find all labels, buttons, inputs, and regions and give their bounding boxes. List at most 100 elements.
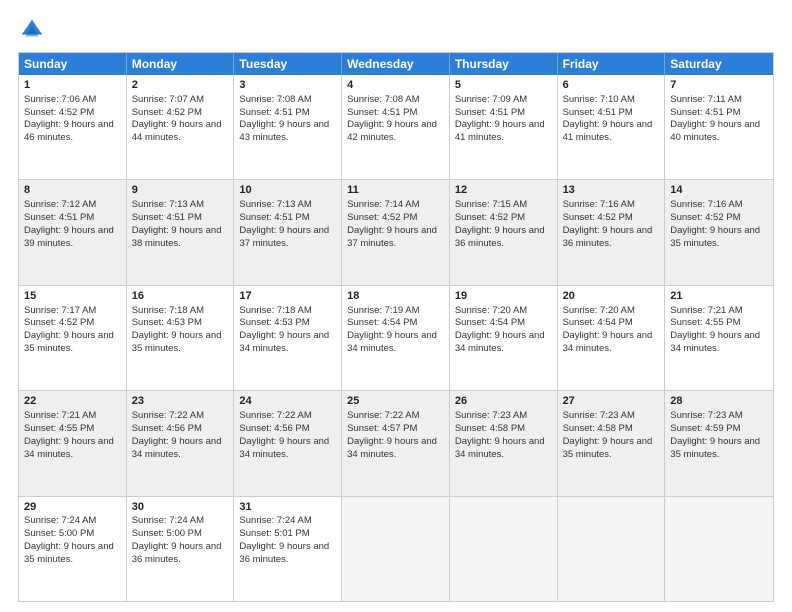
calendar-cell: 13Sunrise: 7:16 AM Sunset: 4:52 PM Dayligh…: [558, 180, 666, 284]
sunset-text: Sunset: 4:53 PM: [239, 317, 309, 328]
day-number: 16: [132, 289, 229, 304]
calendar-header-cell: Monday: [127, 53, 235, 75]
daylight-text: Daylight: 9 hours and 37 minutes.: [239, 225, 329, 249]
sunset-text: Sunset: 4:51 PM: [563, 107, 633, 118]
daylight-text: Daylight: 9 hours and 35 minutes.: [563, 436, 653, 460]
daylight-text: Daylight: 9 hours and 37 minutes.: [347, 225, 437, 249]
sunrise-text: Sunrise: 7:24 AM: [24, 515, 96, 526]
calendar-cell: 15Sunrise: 7:17 AMSunset: 4:52 PMDayligh…: [19, 286, 127, 390]
day-number: 13: [563, 183, 660, 198]
sunrise-text: Sunrise: 7:06 AM: [24, 94, 96, 105]
sunset-text: Sunset: 4:55 PM: [670, 317, 740, 328]
day-number: 23: [132, 394, 229, 409]
sunrise-text: Sunrise: 7:16 AM: [563, 199, 635, 210]
calendar-cell: 5Sunrise: 7:09 AM Sunset: 4:51 PMDaylight…: [450, 75, 558, 179]
logo: [18, 16, 50, 44]
daylight-text: Daylight: 9 hours and 42 minutes.: [347, 119, 437, 143]
sunrise-text: Sunrise: 7:15 AM: [455, 199, 527, 210]
calendar-cell: 31Sunrise: 7:24 AMSunset: 5:01 PMDayligh…: [234, 497, 342, 601]
daylight-text: Daylight: 9 hours and 34 minutes.: [239, 330, 329, 354]
daylight-text: Daylight: 9 hours and 34 minutes.: [347, 330, 437, 354]
calendar-cell: 16Sunrise: 7:18 AMSunset: 4:53 PMDayligh…: [127, 286, 235, 390]
calendar-cell: 3Sunrise: 7:08 AMSunset: 4:51 PMDaylight…: [234, 75, 342, 179]
calendar-cell: 30Sunrise: 7:24 AMSunset: 5:00 PMDayligh…: [127, 497, 235, 601]
daylight-text: Daylight: 9 hours and 36 minutes.: [455, 225, 545, 249]
day-number: 22: [24, 394, 121, 409]
day-number: 6: [563, 78, 660, 93]
header: [18, 16, 774, 44]
calendar-header-cell: Friday: [558, 53, 666, 75]
calendar-cell: 21Sunrise: 7:21 AMSunset: 4:55 PMDayligh…: [665, 286, 773, 390]
day-number: 11: [347, 183, 444, 198]
daylight-text: Daylight: 9 hours and 43 minutes.: [239, 119, 329, 143]
sunset-text: Sunset: 5:00 PM: [24, 528, 94, 539]
sunset-text: Sunset: 4:53 PM: [132, 317, 202, 328]
day-number: 10: [239, 183, 336, 198]
calendar-cell: 29Sunrise: 7:24 AMSunset: 5:00 PMDayligh…: [19, 497, 127, 601]
day-number: 17: [239, 289, 336, 304]
sunrise-text: Sunrise: 7:24 AM: [239, 515, 311, 526]
calendar-header-cell: Sunday: [19, 53, 127, 75]
sunset-text: Sunset: 4:52 PM: [563, 212, 633, 223]
calendar-cell: 19Sunrise: 7:20 AMSunset: 4:54 PMDayligh…: [450, 286, 558, 390]
sunrise-text: Sunrise: 7:23 AM: [455, 410, 527, 421]
day-number: 20: [563, 289, 660, 304]
day-number: 18: [347, 289, 444, 304]
sunrise-text: Sunrise: 7:08 AM: [239, 94, 311, 105]
daylight-text: Daylight: 9 hours and 44 minutes.: [132, 119, 222, 143]
daylight-text: Daylight: 9 hours and 36 minutes.: [563, 225, 653, 249]
sunset-text: Sunset: 4:59 PM: [670, 423, 740, 434]
day-number: 27: [563, 394, 660, 409]
sunrise-text: Sunrise: 7:13 AM: [239, 199, 311, 210]
calendar-header-cell: Saturday: [665, 53, 773, 75]
sunset-text: Sunset: 4:55 PM: [24, 423, 94, 434]
day-number: 9: [132, 183, 229, 198]
daylight-text: Daylight: 9 hours and 41 minutes.: [455, 119, 545, 143]
sunset-text: Sunset: 4:54 PM: [563, 317, 633, 328]
sunset-text: Sunset: 4:52 PM: [670, 212, 740, 223]
daylight-text: Daylight: 9 hours and 46 minutes.: [24, 119, 114, 143]
sunrise-text: Sunrise: 7:21 AM: [670, 305, 742, 316]
sunrise-text: Sunrise: 7:22 AM: [132, 410, 204, 421]
calendar-cell: [342, 497, 450, 601]
sunset-text: Sunset: 5:00 PM: [132, 528, 202, 539]
calendar-cell: 17Sunrise: 7:18 AMSunset: 4:53 PMDayligh…: [234, 286, 342, 390]
daylight-text: Daylight: 9 hours and 34 minutes.: [24, 436, 114, 460]
day-number: 21: [670, 289, 768, 304]
sunset-text: Sunset: 4:51 PM: [24, 212, 94, 223]
logo-icon: [18, 16, 46, 44]
sunset-text: Sunset: 4:51 PM: [347, 107, 417, 118]
daylight-text: Daylight: 9 hours and 36 minutes.: [132, 541, 222, 565]
sunset-text: Sunset: 4:56 PM: [132, 423, 202, 434]
sunrise-text: Sunrise: 7:07 AM: [132, 94, 204, 105]
day-number: 12: [455, 183, 552, 198]
daylight-text: Daylight: 9 hours and 34 minutes.: [563, 330, 653, 354]
daylight-text: Daylight: 9 hours and 36 minutes.: [239, 541, 329, 565]
sunset-text: Sunset: 4:52 PM: [347, 212, 417, 223]
calendar-row: 29Sunrise: 7:24 AMSunset: 5:00 PMDayligh…: [19, 496, 773, 601]
daylight-text: Daylight: 9 hours and 38 minutes.: [132, 225, 222, 249]
sunrise-text: Sunrise: 7:24 AM: [132, 515, 204, 526]
sunrise-text: Sunrise: 7:08 AM: [347, 94, 419, 105]
sunrise-text: Sunrise: 7:23 AM: [563, 410, 635, 421]
sunrise-text: Sunrise: 7:09 AM: [455, 94, 527, 105]
calendar-cell: 4Sunrise: 7:08 AMSunset: 4:51 PMDaylight…: [342, 75, 450, 179]
calendar-cell: [558, 497, 666, 601]
calendar-cell: 2Sunrise: 7:07 AMSunset: 4:52 PMDaylight…: [127, 75, 235, 179]
sunset-text: Sunset: 4:58 PM: [563, 423, 633, 434]
calendar-row: 1Sunrise: 7:06 AMSunset: 4:52 PMDaylight…: [19, 75, 773, 179]
sunrise-text: Sunrise: 7:22 AM: [239, 410, 311, 421]
calendar-cell: 25Sunrise: 7:22 AMSunset: 4:57 PMDayligh…: [342, 391, 450, 495]
day-number: 5: [455, 78, 552, 93]
calendar-cell: 14Sunrise: 7:16 AMSunset: 4:52 PMDayligh…: [665, 180, 773, 284]
calendar-header: SundayMondayTuesdayWednesdayThursdayFrid…: [19, 53, 773, 75]
sunset-text: Sunset: 4:51 PM: [132, 212, 202, 223]
sunrise-text: Sunrise: 7:20 AM: [563, 305, 635, 316]
daylight-text: Daylight: 9 hours and 34 minutes.: [132, 436, 222, 460]
day-number: 14: [670, 183, 768, 198]
sunrise-text: Sunrise: 7:11 AM: [670, 94, 742, 105]
daylight-text: Daylight: 9 hours and 35 minutes.: [670, 225, 760, 249]
sunrise-text: Sunrise: 7:19 AM: [347, 305, 419, 316]
sunrise-text: Sunrise: 7:23 AM: [670, 410, 742, 421]
sunset-text: Sunset: 4:51 PM: [455, 107, 525, 118]
